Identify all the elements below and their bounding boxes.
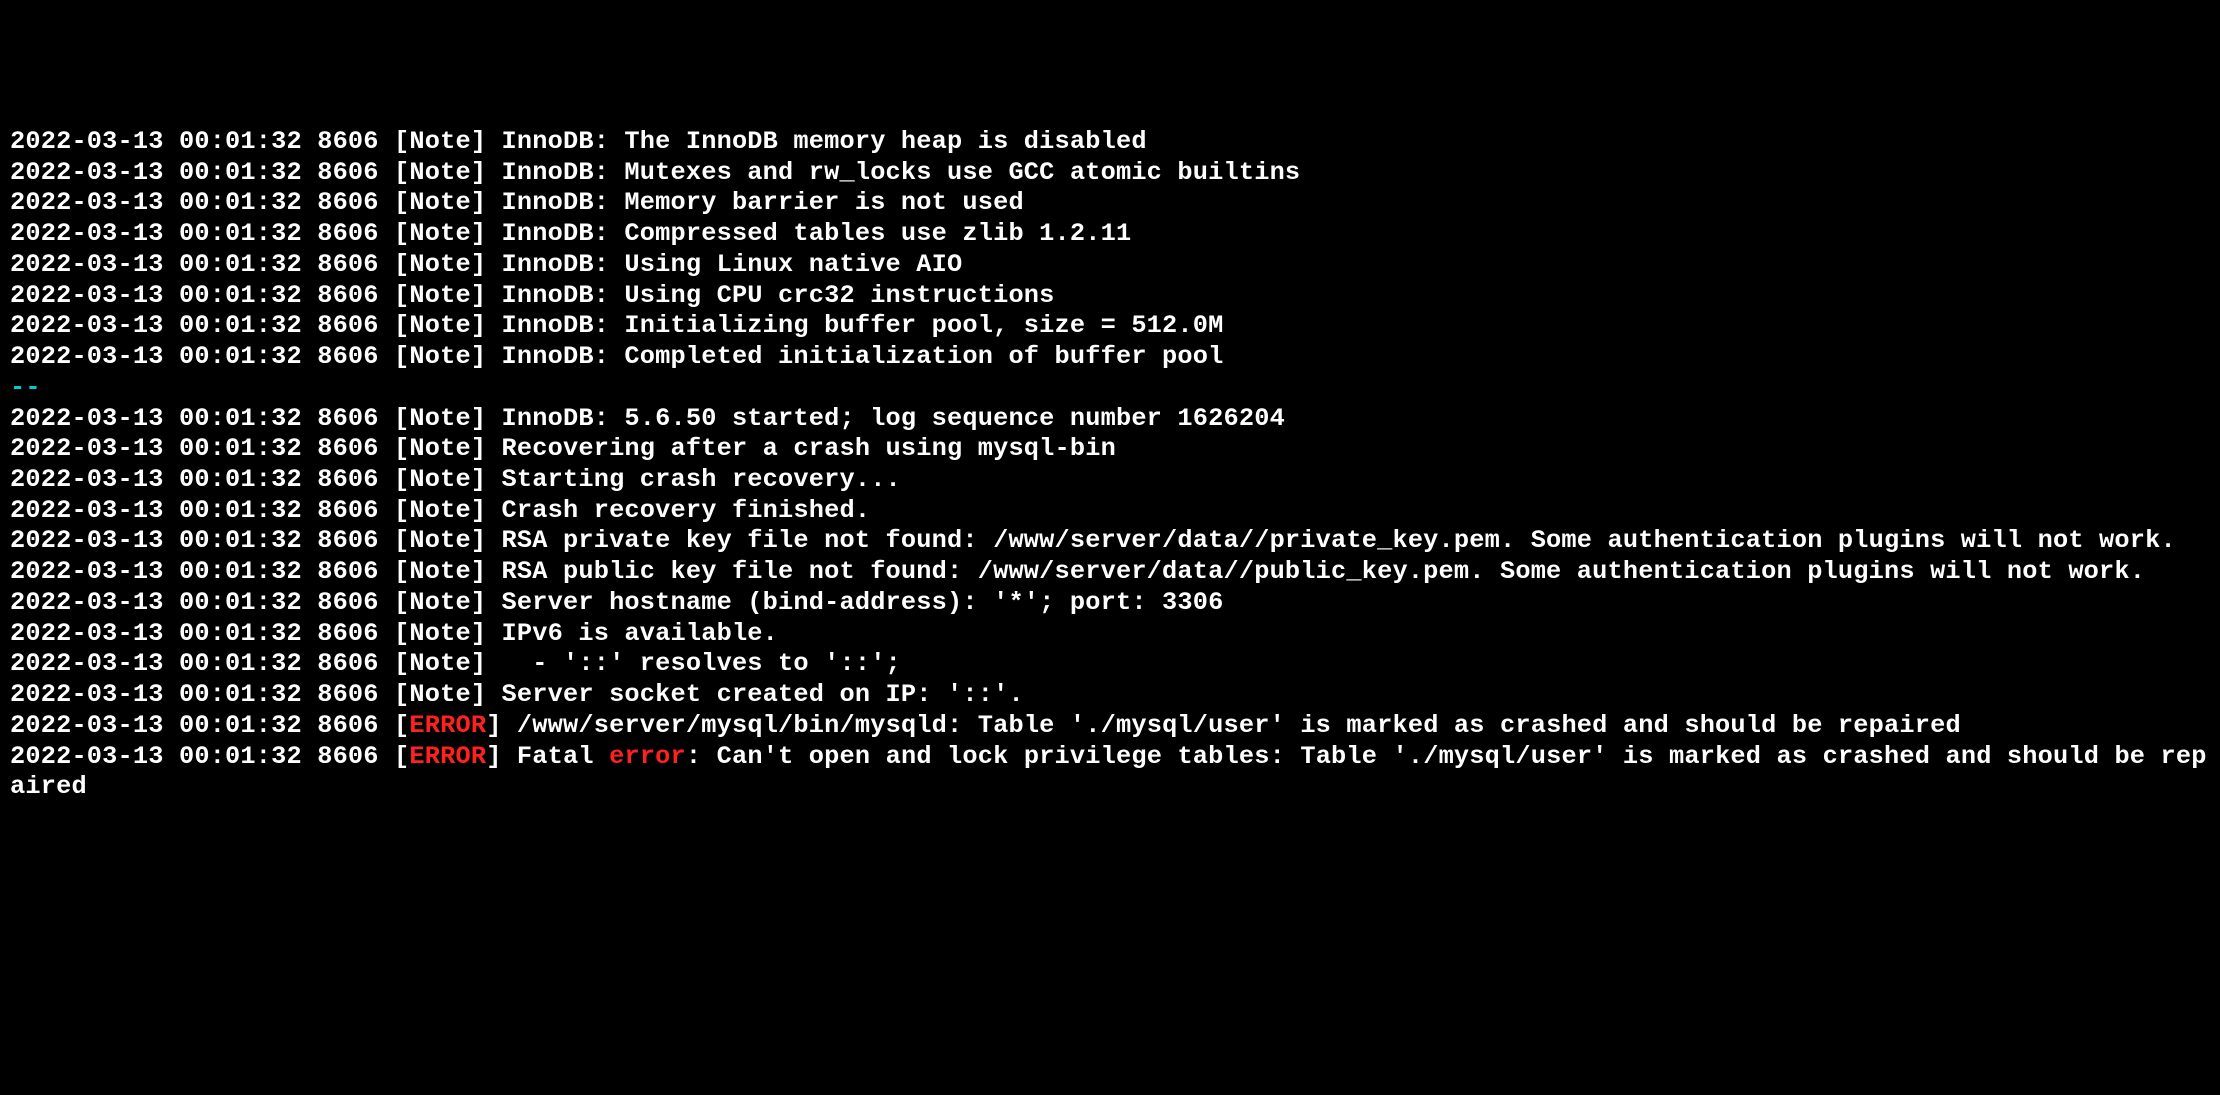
log-line: 2022-03-13 00:01:32 8606 [Note] Server s…: [10, 680, 2216, 711]
log-line: 2022-03-13 00:01:32 8606 [Note] InnoDB: …: [10, 250, 2216, 281]
log-line: 2022-03-13 00:01:32 8606 [Note] InnoDB: …: [10, 281, 2216, 312]
log-line: 2022-03-13 00:01:32 8606 [Note] Recoveri…: [10, 434, 2216, 465]
error-tag: ERROR: [409, 742, 486, 771]
log-line: 2022-03-13 00:01:32 8606 [Note] InnoDB: …: [10, 188, 2216, 219]
log-line: 2022-03-13 00:01:32 8606 [Note] InnoDB: …: [10, 311, 2216, 342]
log-line: 2022-03-13 00:01:32 8606 [Note] Crash re…: [10, 496, 2216, 527]
log-line: 2022-03-13 00:01:32 8606 [Note] InnoDB: …: [10, 158, 2216, 189]
log-line: 2022-03-13 00:01:32 8606 [Note] InnoDB: …: [10, 342, 2216, 373]
log-line: 2022-03-13 00:01:32 8606 [ERROR] /www/se…: [10, 711, 2216, 742]
log-line: 2022-03-13 00:01:32 8606 [Note] InnoDB: …: [10, 127, 2216, 158]
log-line: 2022-03-13 00:01:32 8606 [Note] InnoDB: …: [10, 219, 2216, 250]
log-line: 2022-03-13 00:01:32 8606 [ERROR] Fatal e…: [10, 742, 2216, 803]
log-line: 2022-03-13 00:01:32 8606 [Note] Starting…: [10, 465, 2216, 496]
log-line: 2022-03-13 00:01:32 8606 [Note] - '::' r…: [10, 649, 2216, 680]
log-line: 2022-03-13 00:01:32 8606 [Note] InnoDB: …: [10, 404, 2216, 435]
separator: --: [10, 373, 41, 402]
log-line: 2022-03-13 00:01:32 8606 [Note] RSA publ…: [10, 557, 2216, 588]
log-line: 2022-03-13 00:01:32 8606 [Note] RSA priv…: [10, 526, 2216, 557]
log-line: 2022-03-13 00:01:32 8606 [Note] Server h…: [10, 588, 2216, 619]
error-word: error: [609, 742, 686, 771]
error-tag: ERROR: [409, 711, 486, 740]
log-line: 2022-03-13 00:01:32 8606 [Note] IPv6 is …: [10, 619, 2216, 650]
log-line: --: [10, 373, 2216, 404]
terminal-log: 2022-03-13 00:01:32 8606 [Note] InnoDB: …: [10, 127, 2216, 803]
